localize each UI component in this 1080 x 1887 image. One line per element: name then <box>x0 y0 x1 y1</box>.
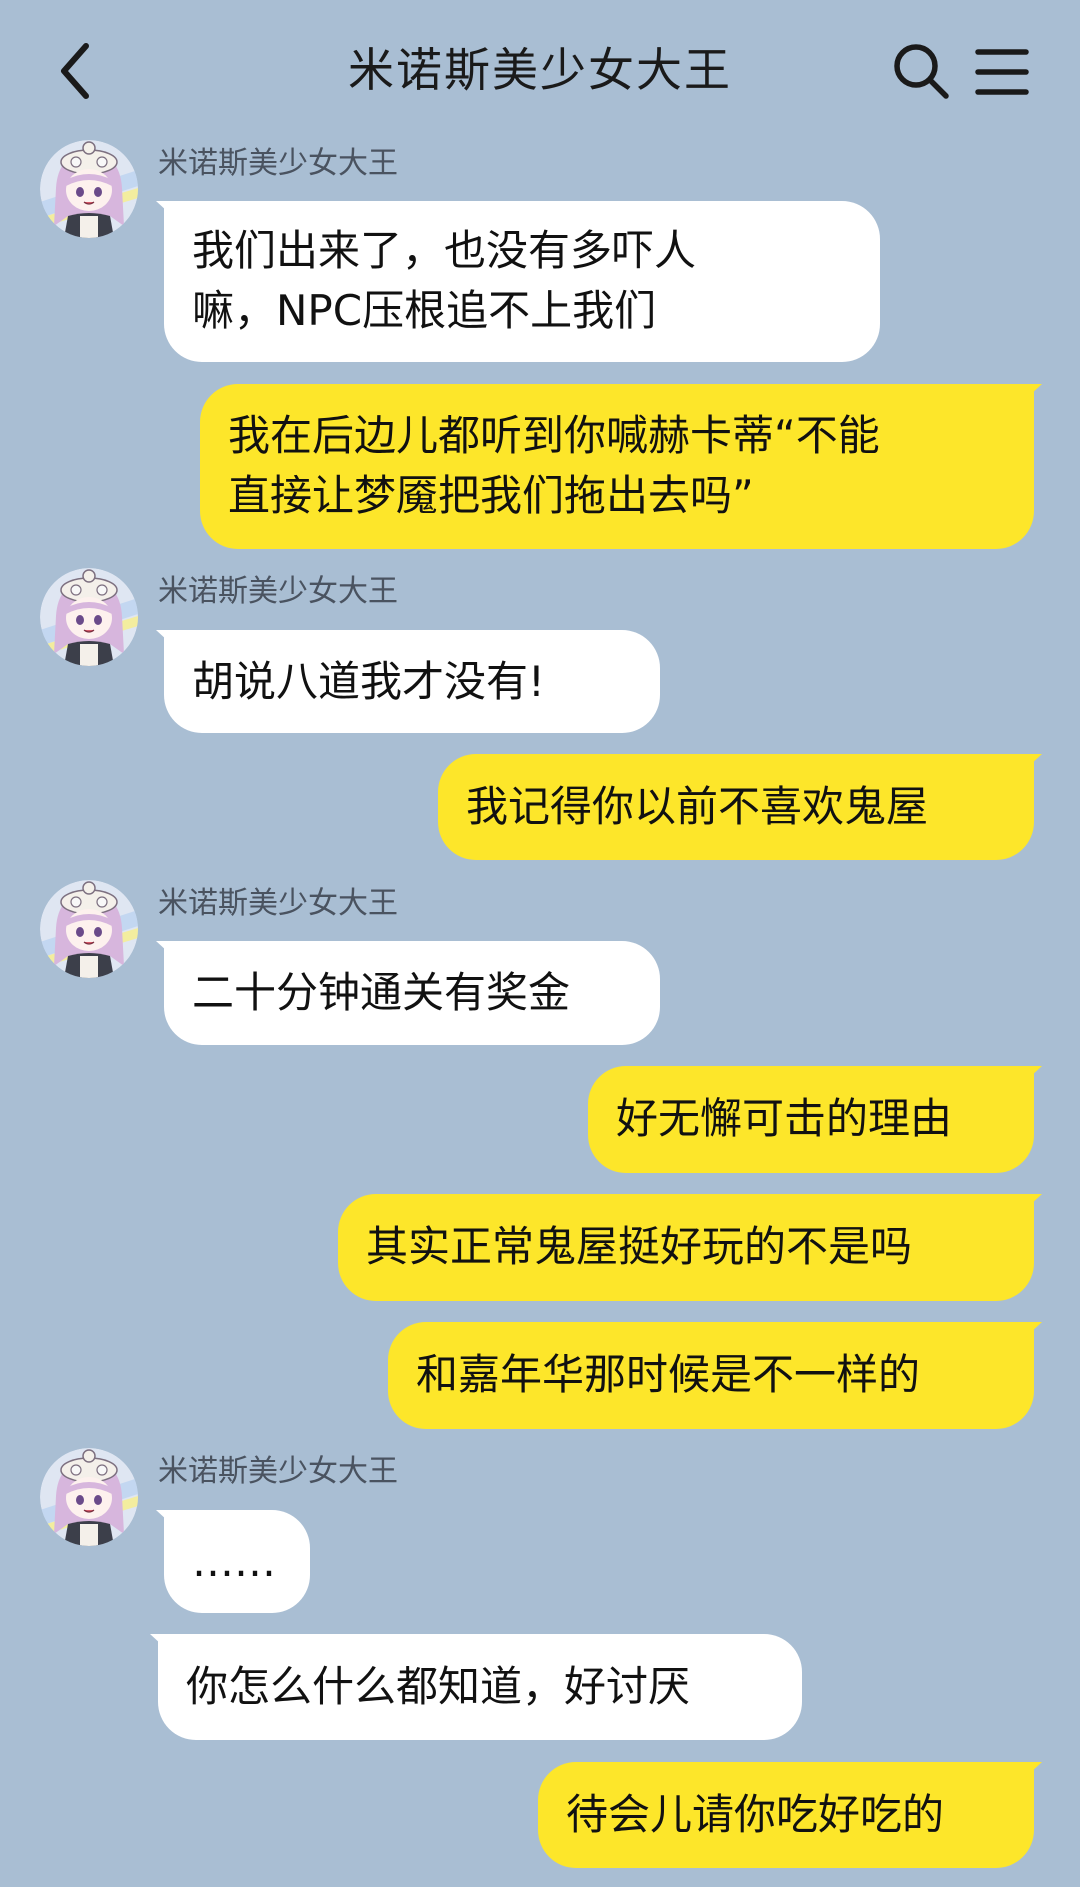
chevron-left-icon <box>61 43 89 99</box>
message-text: 我记得你以前不喜欢鬼屋 <box>466 782 929 831</box>
avatar-image <box>40 1448 138 1546</box>
message-bubble-outgoing[interactable]: 和嘉年华那时候是不一样的 <box>388 1322 1034 1429</box>
avatar-image <box>40 880 138 978</box>
message-bubble-outgoing[interactable]: 我在后边儿都听到你喊赫卡蒂“不能 直接让梦魇把我们拖出去吗” <box>200 384 1034 549</box>
message-text: 直接让梦魇把我们拖出去吗” <box>228 471 754 520</box>
message-text: 待会儿请你吃好吃的 <box>566 1790 945 1839</box>
message-bubble-incoming[interactable]: 你怎么什么都知道，好讨厌 <box>158 1634 802 1740</box>
message-text: 我在后边儿都听到你喊赫卡蒂“不能 <box>228 411 880 460</box>
message-text: 你怎么什么都知道，好讨厌 <box>186 1662 691 1711</box>
chat-header: 米诺斯美少女大王 <box>0 0 1080 140</box>
sender-name: 米诺斯美少女大王 <box>158 1454 398 1489</box>
avatar-image <box>40 568 138 666</box>
chat-title: 米诺斯美少女大王 <box>348 43 732 97</box>
menu-button[interactable] <box>972 44 1032 100</box>
message-text: …… <box>192 1537 276 1586</box>
search-button[interactable] <box>890 40 952 102</box>
message-bubble-outgoing[interactable]: 待会儿请你吃好吃的 <box>538 1762 1034 1868</box>
message-text: 和嘉年华那时候是不一样的 <box>416 1350 921 1399</box>
message-text: 嘛，NPC压根追不上我们 <box>192 286 657 335</box>
back-button[interactable] <box>46 36 106 106</box>
contact-avatar[interactable] <box>40 1448 138 1546</box>
message-text: 二十分钟通关有奖金 <box>192 968 571 1017</box>
avatar-image <box>40 140 138 238</box>
sender-name: 米诺斯美少女大王 <box>158 886 398 921</box>
contact-avatar[interactable] <box>40 140 138 238</box>
contact-avatar[interactable] <box>40 568 138 666</box>
message-text: 其实正常鬼屋挺好玩的不是吗 <box>366 1222 913 1271</box>
message-bubble-incoming[interactable]: 二十分钟通关有奖金 <box>164 941 660 1045</box>
message-text: 好无懈可击的理由 <box>616 1094 953 1143</box>
message-bubble-incoming[interactable]: 我们出来了，也没有多吓人 嘛，NPC压根追不上我们 <box>164 201 880 362</box>
search-icon <box>894 44 949 99</box>
message-text: 胡说八道我才没有! <box>192 657 545 706</box>
message-bubble-outgoing[interactable]: 我记得你以前不喜欢鬼屋 <box>438 754 1034 860</box>
message-bubble-incoming[interactable]: 胡说八道我才没有! <box>164 630 660 733</box>
message-bubble-outgoing[interactable]: 好无懈可击的理由 <box>588 1066 1034 1173</box>
contact-avatar[interactable] <box>40 880 138 978</box>
message-bubble-incoming[interactable]: …… <box>164 1510 310 1613</box>
sender-name: 米诺斯美少女大王 <box>158 574 398 609</box>
message-bubble-outgoing[interactable]: 其实正常鬼屋挺好玩的不是吗 <box>338 1194 1034 1301</box>
sender-name: 米诺斯美少女大王 <box>158 146 398 181</box>
hamburger-menu-icon <box>975 49 1029 95</box>
message-text: 我们出来了，也没有多吓人 <box>192 226 697 275</box>
